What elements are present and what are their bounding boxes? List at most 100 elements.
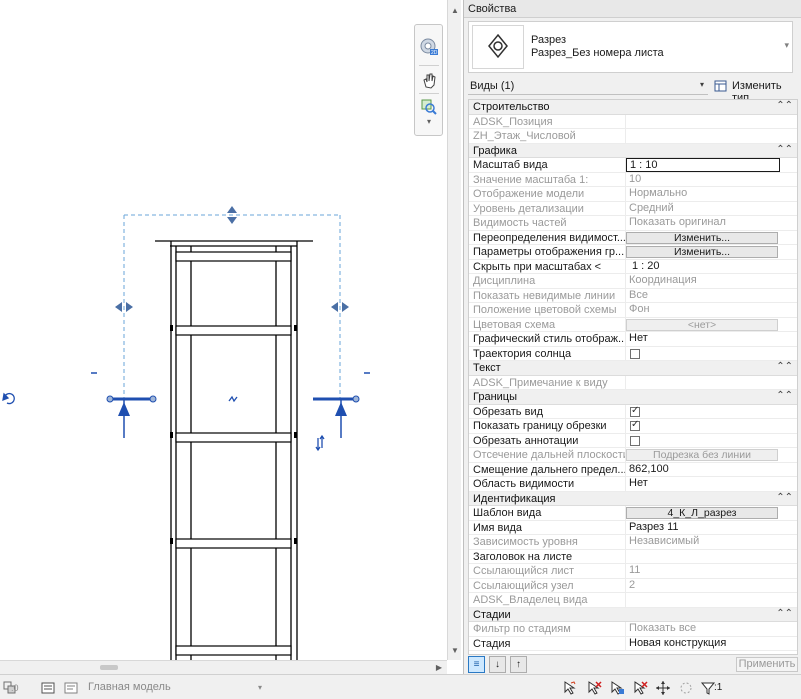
nav-wheel-icon[interactable]: 2D [419,37,439,57]
category-identity[interactable]: Идентификация ⌃⌃ [469,491,797,506]
property-row: Смещение дальнего предел... 862,100 [469,462,797,477]
property-value[interactable] [625,114,797,129]
properties-panel: Свойства Разрез Разрез_Без номера листа … [463,0,801,674]
property-value[interactable] [625,129,797,143]
property-value[interactable]: Разрез 11 [625,520,797,535]
property-value[interactable]: Нет [625,477,797,491]
drawing-canvas[interactable]: 2D ▾ [0,0,447,660]
properties-title-bar[interactable]: Свойства [464,0,801,18]
property-value: Изменить... [625,245,797,259]
category-extents[interactable]: Границы ⌃⌃ [469,390,797,405]
drag-elements-icon[interactable] [655,680,671,696]
property-label: Зависимость уровня [473,536,578,548]
sort-categorized-icon[interactable]: ≡ [468,656,485,673]
collapse-icon[interactable]: ⌃⌃ [776,361,793,372]
instance-filter-dropdown[interactable]: Виды (1) ▾ [468,77,708,95]
property-row: Зависимость уровня Независимый [469,535,797,550]
sort-ascending-icon[interactable]: ↓ [489,656,506,673]
chevron-down-icon[interactable]: ▾ [784,40,789,51]
property-value[interactable] [625,549,797,564]
property-row: Уровень детализации Средний [469,201,797,216]
property-value[interactable]: Нет [625,332,797,346]
property-row: ADSK_Примечание к виду [469,375,797,390]
property-value: Все [625,288,797,303]
property-value: Независимый [625,535,797,549]
property-row: Положение цветовой схемы Фон [469,303,797,318]
ladder-rungs [175,251,292,656]
property-value[interactable] [625,593,797,607]
select-pinned-icon[interactable] [609,680,625,696]
collapse-icon[interactable]: ⌃⌃ [776,608,793,619]
property-value[interactable]: Новая конструкция [625,636,797,651]
status-bar: :0 Главная модель ▾ :1 [0,674,801,699]
collapse-icon[interactable]: ⌃⌃ [776,492,793,503]
property-value: <нет> [625,317,797,332]
sort-descending-icon[interactable]: ↑ [510,656,527,673]
collapse-icon[interactable]: ⌃⌃ [776,100,793,111]
scroll-down-icon[interactable]: ▼ [448,644,462,658]
property-label: Траектория солнца [473,347,572,360]
property-row: Цветовая схема <нет> [469,317,797,332]
property-label: Заголовок на листе [473,550,573,563]
property-label: ADSK_Позиция [473,115,553,128]
active-model-label[interactable]: Главная модель [88,681,171,693]
edit-type-button[interactable]: Изменить тип [712,77,800,104]
zoom-icon[interactable] [419,97,439,117]
column-left [170,241,192,660]
model-icon[interactable] [63,680,79,696]
select-underlay-icon[interactable] [586,680,602,696]
property-value[interactable]: 1 : 20 [625,259,797,274]
select-links-icon[interactable] [562,680,578,696]
pan-icon[interactable] [419,71,439,91]
property-label: Строительство [473,101,550,113]
design-options-icon[interactable] [40,680,56,696]
property-label: Показать невидимые линии [473,289,616,302]
apply-button[interactable]: Применить [736,657,798,672]
property-row: Имя вида Разрез 11 [469,520,797,535]
svg-text:2D: 2D [431,50,438,56]
collapse-icon[interactable]: ⌃⌃ [776,390,793,401]
category-construction[interactable]: Строительство ⌃⌃ [469,100,797,115]
type-selector[interactable]: Разрез Разрез_Без номера листа ▾ [468,21,793,73]
scroll-up-icon[interactable]: ▲ [448,4,462,18]
crop-visible-checkbox[interactable] [630,419,640,431]
vg-overrides-button[interactable]: Изменить... [626,231,778,244]
properties-grid[interactable]: Строительство ⌃⌃ ADSK_Позиция ZH_Этаж_Чис… [468,99,798,655]
vertical-scrollbar[interactable]: ▲ ▼ [447,0,461,660]
scroll-right-icon[interactable]: ▶ [432,661,446,675]
annotation-crop-checkbox[interactable] [630,435,640,446]
chevron-down-icon[interactable]: ▾ [258,683,262,692]
color-scheme-button[interactable]: <нет> [626,318,778,331]
property-value [625,419,797,433]
property-label: Положение цветовой схемы [473,304,617,316]
category-phasing[interactable]: Стадии ⌃⌃ [469,607,797,622]
sun-path-checkbox[interactable] [630,348,640,359]
property-row: ADSK_Позиция [469,114,797,129]
property-value[interactable] [625,375,797,390]
section-type-icon [472,25,524,69]
select-by-face-icon[interactable] [632,680,648,696]
collapse-icon[interactable]: ⌃⌃ [776,144,793,155]
crop-view-checkbox[interactable] [630,405,640,417]
type-family: Разрез [531,34,567,46]
property-row: Показать невидимые линии Все [469,288,797,303]
background-process-icon[interactable] [678,680,694,696]
view-scale-input[interactable]: 1 : 10 [626,158,780,172]
property-label: Ссылающийся лист [473,565,575,577]
category-graphics[interactable]: Графика ⌃⌃ [469,143,797,158]
property-row: Параметры отображения гр... Изменить... [469,245,797,260]
section-view-drawing[interactable] [0,0,447,660]
view-template-button[interactable]: 4_К_Л_разрез [626,507,778,519]
property-row: ZH_Этаж_Числовой [469,129,797,144]
category-text[interactable]: Текст ⌃⌃ [469,361,797,376]
graphic-display-button[interactable]: Изменить... [626,246,778,258]
far-clipping-button[interactable]: Подрезка без линии [626,449,778,461]
chevron-down-icon[interactable]: ▾ [419,117,439,137]
flip-icon [315,434,325,452]
scroll-thumb[interactable] [100,665,118,670]
property-value[interactable]: 862,100 [625,462,797,477]
property-value [625,346,797,361]
property-label: Обрезать аннотации [473,434,579,447]
horizontal-scrollbar[interactable]: ▶ [0,660,447,674]
property-row: Отсечение дальней плоскости Подрезка без … [469,448,797,463]
